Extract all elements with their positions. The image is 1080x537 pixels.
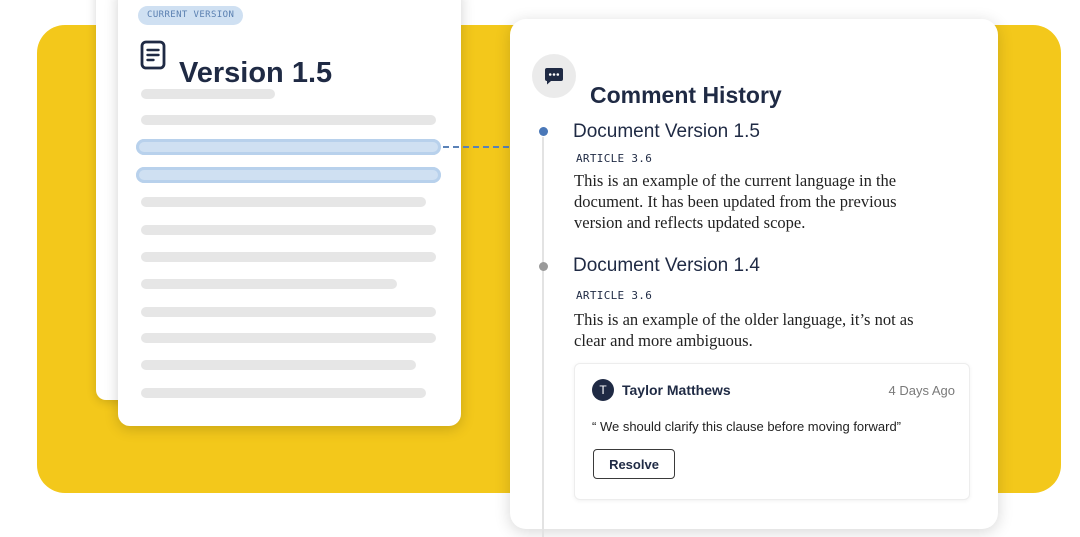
comment-history-title: Comment History	[590, 82, 782, 109]
text-line-placeholder	[141, 225, 436, 235]
article-label: ARTICLE 3.6	[576, 289, 653, 302]
timeline-dot-previous	[539, 262, 548, 271]
link-connector	[443, 146, 509, 148]
text-line-placeholder	[141, 307, 436, 317]
text-line-placeholder	[141, 89, 275, 99]
version-entry-text: This is an example of the older language…	[574, 310, 914, 350]
text-line-placeholder	[141, 197, 426, 207]
timeline-line	[542, 137, 544, 537]
comment-text: “ We should clarify this clause before m…	[592, 419, 901, 434]
comment-card: T Taylor Matthews 4 Days Ago “ We should…	[574, 363, 970, 500]
text-line-placeholder	[141, 388, 426, 398]
text-line-placeholder	[141, 115, 436, 125]
text-line-placeholder	[141, 279, 397, 289]
timeline-dot-current	[539, 127, 548, 136]
text-line-placeholder	[141, 333, 436, 343]
highlighted-text-line[interactable]	[136, 167, 441, 183]
comment-icon	[532, 54, 576, 98]
comment-author: Taylor Matthews	[622, 382, 731, 398]
avatar: T	[592, 379, 614, 401]
text-line-placeholder	[141, 252, 436, 262]
document-title: Version 1.5	[179, 57, 333, 90]
article-label: ARTICLE 3.6	[576, 152, 653, 165]
document-card[interactable]: CURRENT VERSION Version 1.5	[118, 0, 461, 426]
version-entry-text: This is an example of the current langua…	[574, 171, 897, 232]
resolve-button[interactable]: Resolve	[593, 449, 675, 479]
document-icon	[140, 40, 166, 70]
comment-history-panel: Comment History Document Version 1.5 ART…	[510, 19, 998, 537]
text-line-placeholder	[141, 360, 416, 370]
comment-timestamp: 4 Days Ago	[888, 383, 956, 398]
highlighted-text-line[interactable]	[136, 139, 441, 155]
version-entry-title[interactable]: Document Version 1.5	[573, 119, 760, 145]
current-version-badge: CURRENT VERSION	[138, 6, 244, 25]
version-entry-title[interactable]: Document Version 1.4	[573, 253, 760, 279]
